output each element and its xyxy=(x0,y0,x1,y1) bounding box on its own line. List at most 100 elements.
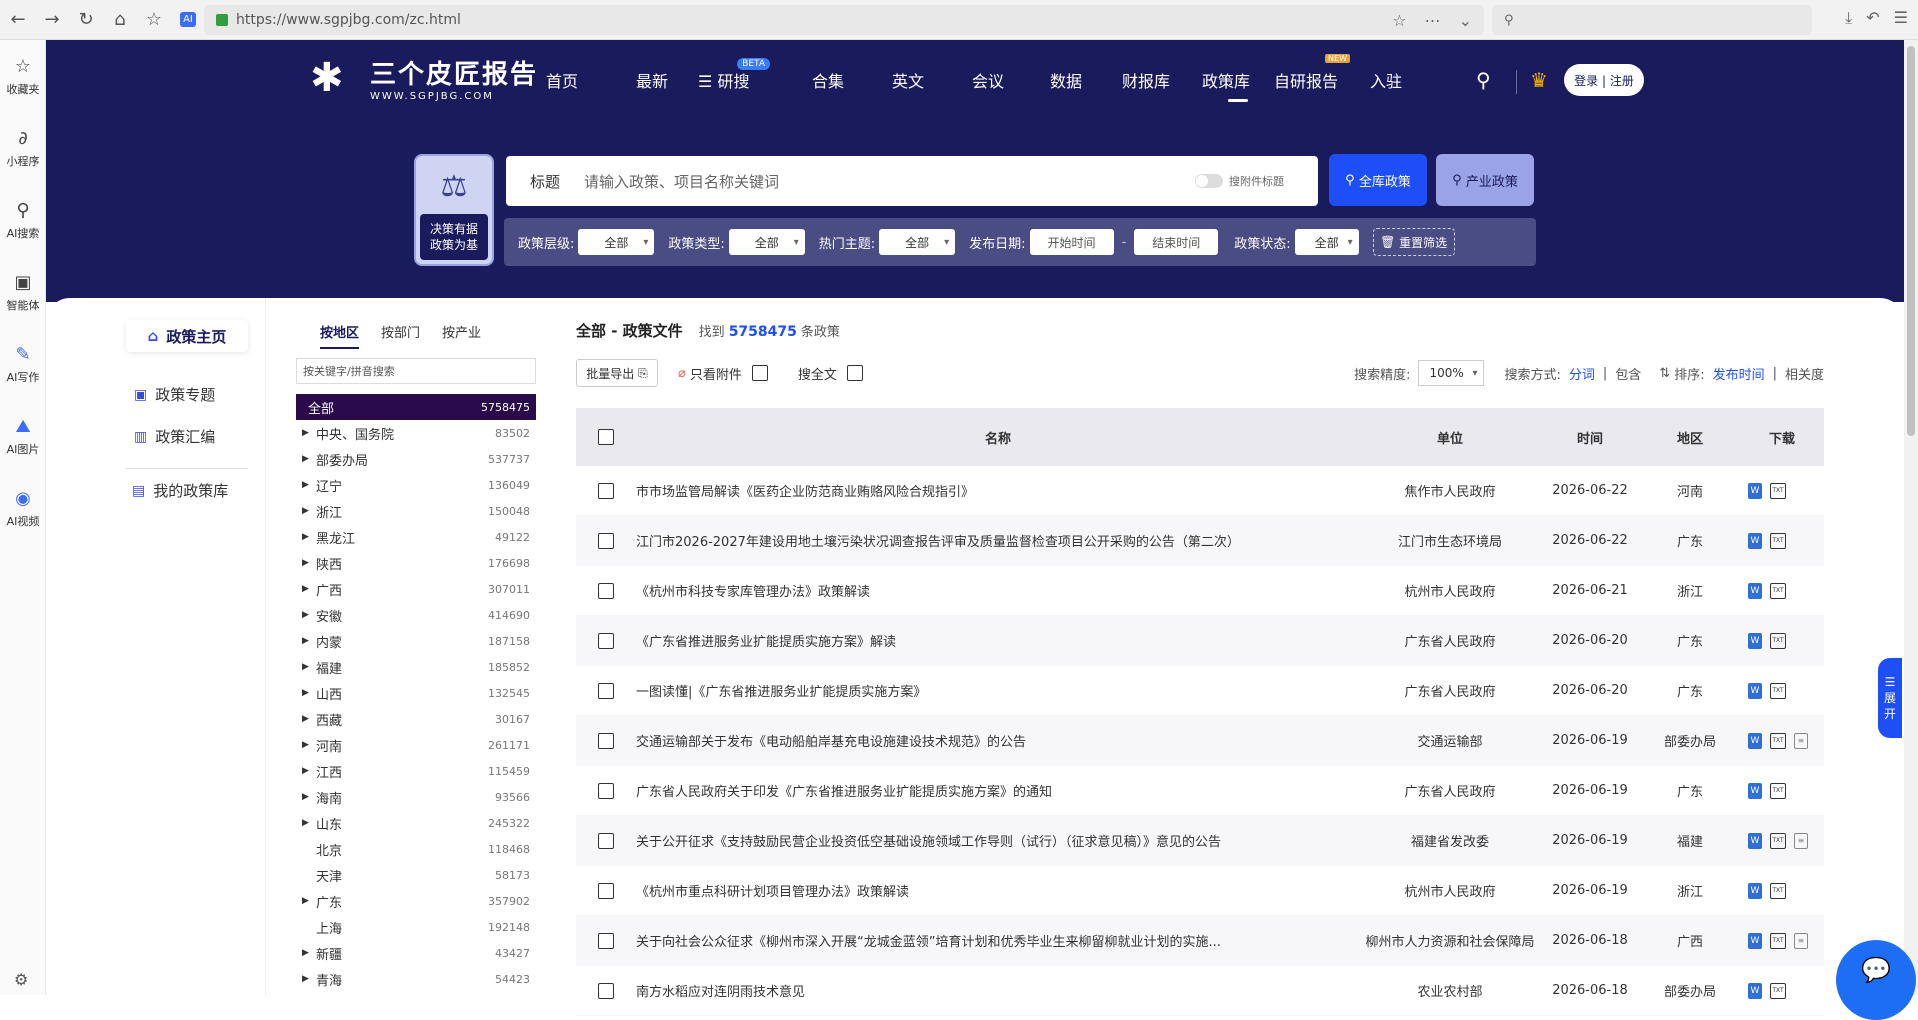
row-checkbox[interactable] xyxy=(598,482,614,499)
region-item[interactable]: ▶ 广西 307011 xyxy=(296,576,536,602)
word-download-icon[interactable]: W xyxy=(1748,982,1762,999)
sidebar-item-ai-image[interactable]: ⛰ AI图片 xyxy=(0,400,46,472)
undo-icon[interactable]: ↶ xyxy=(1866,8,1879,28)
word-download-icon[interactable]: W xyxy=(1748,882,1762,899)
sort-by-relevance-option[interactable]: 相关度 xyxy=(1785,364,1824,383)
nav-meeting[interactable]: 会议 xyxy=(972,68,1050,94)
word-download-icon[interactable]: W xyxy=(1748,832,1762,849)
search-icon[interactable]: ⚲ xyxy=(1476,68,1491,92)
nav-own-report[interactable]: 自研报告 NEW xyxy=(1274,54,1370,94)
status-select[interactable]: 全部 xyxy=(1294,229,1359,255)
region-item[interactable]: ▶ 西藏 30167 xyxy=(296,706,536,732)
sidebar-item-ai-search[interactable]: ⚲ AI搜索 xyxy=(0,184,46,256)
tab-by-region[interactable]: 按地区 xyxy=(320,322,360,349)
word-download-icon[interactable]: W xyxy=(1748,532,1762,549)
search-all-policies-button[interactable]: ⚲ 全库政策 xyxy=(1329,154,1427,206)
more-icon[interactable]: ⋯ xyxy=(1425,11,1441,30)
region-search-input[interactable]: 按关键字/拼音搜索 xyxy=(296,358,536,384)
region-item[interactable]: ▶ 辽宁 136049 xyxy=(296,472,536,498)
sidebar-item-ai-write[interactable]: ✎ AI写作 xyxy=(0,328,46,400)
row-checkbox[interactable] xyxy=(598,582,614,599)
search-input[interactable]: 请输入政策、项目名称关键词 xyxy=(584,171,779,192)
txt-download-icon[interactable]: TXT xyxy=(1770,582,1786,599)
caret-right-icon[interactable]: ▶ xyxy=(302,818,314,828)
policy-title-link[interactable]: 《广东省推进服务业扩能提质实施方案》解读 xyxy=(636,631,1360,650)
caret-right-icon[interactable]: ▶ xyxy=(302,454,314,464)
sidebar-item-favorites[interactable]: ☆ 收藏夹 xyxy=(0,40,46,112)
policy-title-link[interactable]: 关于向社会公众征求《柳州市深入开展“龙城金蓝领”培育计划和优秀毕业生来柳留柳就业… xyxy=(636,931,1360,950)
home-icon[interactable]: ⌂ xyxy=(104,4,136,36)
txt-download-icon[interactable]: TXT xyxy=(1770,932,1786,949)
login-button[interactable]: 登录 | 注册 xyxy=(1564,64,1644,96)
region-item[interactable]: ▶ 山东 245322 xyxy=(296,810,536,836)
nav-english[interactable]: 英文 xyxy=(892,68,972,94)
gear-icon[interactable]: ⚙ xyxy=(14,970,28,989)
policy-title-link[interactable]: 江门市2026-2027年建设用地土壤污染状况调查报告评审及质量监督检查项目公开… xyxy=(636,531,1360,550)
txt-download-icon[interactable]: TXT xyxy=(1770,482,1786,499)
region-item[interactable]: ▶ 山西 132545 xyxy=(296,680,536,706)
region-item[interactable]: ▶ 海南 93566 xyxy=(296,784,536,810)
expand-panel-button[interactable]: ☰ 展 开 xyxy=(1878,658,1902,738)
attachment-download-icon[interactable]: ≡ xyxy=(1794,732,1808,749)
download-icon[interactable]: ⤓ xyxy=(1845,8,1852,28)
region-item[interactable]: ▶ 安徽 414690 xyxy=(296,602,536,628)
sidebar-item-agent[interactable]: ▣ 智能体 xyxy=(0,256,46,328)
row-checkbox[interactable] xyxy=(598,782,614,799)
word-download-icon[interactable]: W xyxy=(1748,482,1762,499)
policy-title-link[interactable]: 《杭州市重点科研计划项目管理办法》政策解读 xyxy=(636,881,1360,900)
only-attachments-checkbox[interactable] xyxy=(751,365,768,381)
mode-split-option[interactable]: 分词 xyxy=(1569,364,1595,383)
region-item[interactable]: ▶ 广东 357902 xyxy=(296,888,536,914)
browser-search-input[interactable]: ⚲ xyxy=(1492,5,1812,35)
caret-right-icon[interactable]: ▶ xyxy=(302,948,314,958)
sort-by-date-option[interactable]: 发布时间 xyxy=(1713,364,1765,383)
back-icon[interactable]: ← xyxy=(2,4,34,36)
txt-download-icon[interactable]: TXT xyxy=(1770,682,1786,699)
nav-join[interactable]: 入驻 xyxy=(1370,68,1430,94)
nav-research[interactable]: ☰ 研搜 BETA xyxy=(698,58,812,94)
topic-select[interactable]: 全部 xyxy=(879,229,956,255)
policy-title-link[interactable]: 南方水稻应对连阴雨技术意见 xyxy=(636,981,1360,1000)
caret-right-icon[interactable]: ▶ xyxy=(302,584,314,594)
crown-icon[interactable]: ♛ xyxy=(1530,68,1548,92)
caret-right-icon[interactable]: ▶ xyxy=(302,662,314,672)
word-download-icon[interactable]: W xyxy=(1748,732,1762,749)
my-policy-library-link[interactable]: ▤ 我的政策库 xyxy=(132,480,228,501)
row-checkbox[interactable] xyxy=(598,682,614,699)
caret-right-icon[interactable]: ▶ xyxy=(302,974,314,984)
sidebar-item-miniprogram[interactable]: ∂ 小程序 xyxy=(0,112,46,184)
caret-right-icon[interactable]: ▶ xyxy=(302,740,314,750)
favorites-icon[interactable]: ☆ xyxy=(138,4,170,36)
caret-right-icon[interactable]: ▶ xyxy=(302,636,314,646)
region-item[interactable]: ▶ 内蒙 187158 xyxy=(296,628,536,654)
policy-compilation-link[interactable]: ▥ 政策汇编 xyxy=(134,426,215,447)
region-item[interactable]: ▶ 福建 185852 xyxy=(296,654,536,680)
region-item[interactable]: ▶ 新疆 43427 xyxy=(296,940,536,966)
attachment-title-toggle[interactable]: 搜附件标题 xyxy=(1195,173,1284,189)
reset-filter-button[interactable]: 🗑 重置筛选 xyxy=(1372,228,1455,256)
bookmark-star-icon[interactable]: ☆ xyxy=(1392,11,1406,30)
scrollbar-thumb[interactable] xyxy=(1907,46,1915,436)
policy-search-box[interactable]: 标题 请输入政策、项目名称关键词 搜附件标题 xyxy=(506,156,1318,206)
txt-download-icon[interactable]: TXT xyxy=(1770,882,1786,899)
policy-title-link[interactable]: 交通运输部关于发布《电动船舶岸基充电设施建设技术规范》的公告 xyxy=(636,731,1360,750)
word-download-icon[interactable]: W xyxy=(1748,582,1762,599)
region-item[interactable]: ▶ 黑龙江 49122 xyxy=(296,524,536,550)
reload-icon[interactable]: ↻ xyxy=(70,4,102,36)
region-item[interactable]: 全部 5758475 xyxy=(296,394,536,420)
txt-download-icon[interactable]: TXT xyxy=(1770,732,1786,749)
address-bar[interactable]: https://www.sgpjbg.com/zc.html ☆ ⋯ ⌄ xyxy=(204,5,1484,35)
caret-right-icon[interactable]: ▶ xyxy=(302,766,314,776)
sidebar-item-ai-video[interactable]: ◉ AI视频 xyxy=(0,472,46,544)
attachment-download-icon[interactable]: ≡ xyxy=(1794,932,1808,949)
nav-financial[interactable]: 财报库 xyxy=(1122,68,1202,94)
region-item[interactable]: 天津 58173 xyxy=(296,862,536,888)
word-download-icon[interactable]: W xyxy=(1748,932,1762,949)
row-checkbox[interactable] xyxy=(598,832,614,849)
policy-title-link[interactable]: 市市场监管局解读《医药企业防范商业贿赂风险合规指引》 xyxy=(636,481,1360,500)
region-item[interactable]: ▶ 河南 261171 xyxy=(296,732,536,758)
end-date-input[interactable]: 结束时间 xyxy=(1134,229,1219,255)
region-item[interactable]: ▶ 中央、国务院 83502 xyxy=(296,420,536,446)
policy-home-button[interactable]: ⌂ 政策主页 xyxy=(126,320,248,352)
menu-icon[interactable]: ☰ xyxy=(1894,8,1908,28)
